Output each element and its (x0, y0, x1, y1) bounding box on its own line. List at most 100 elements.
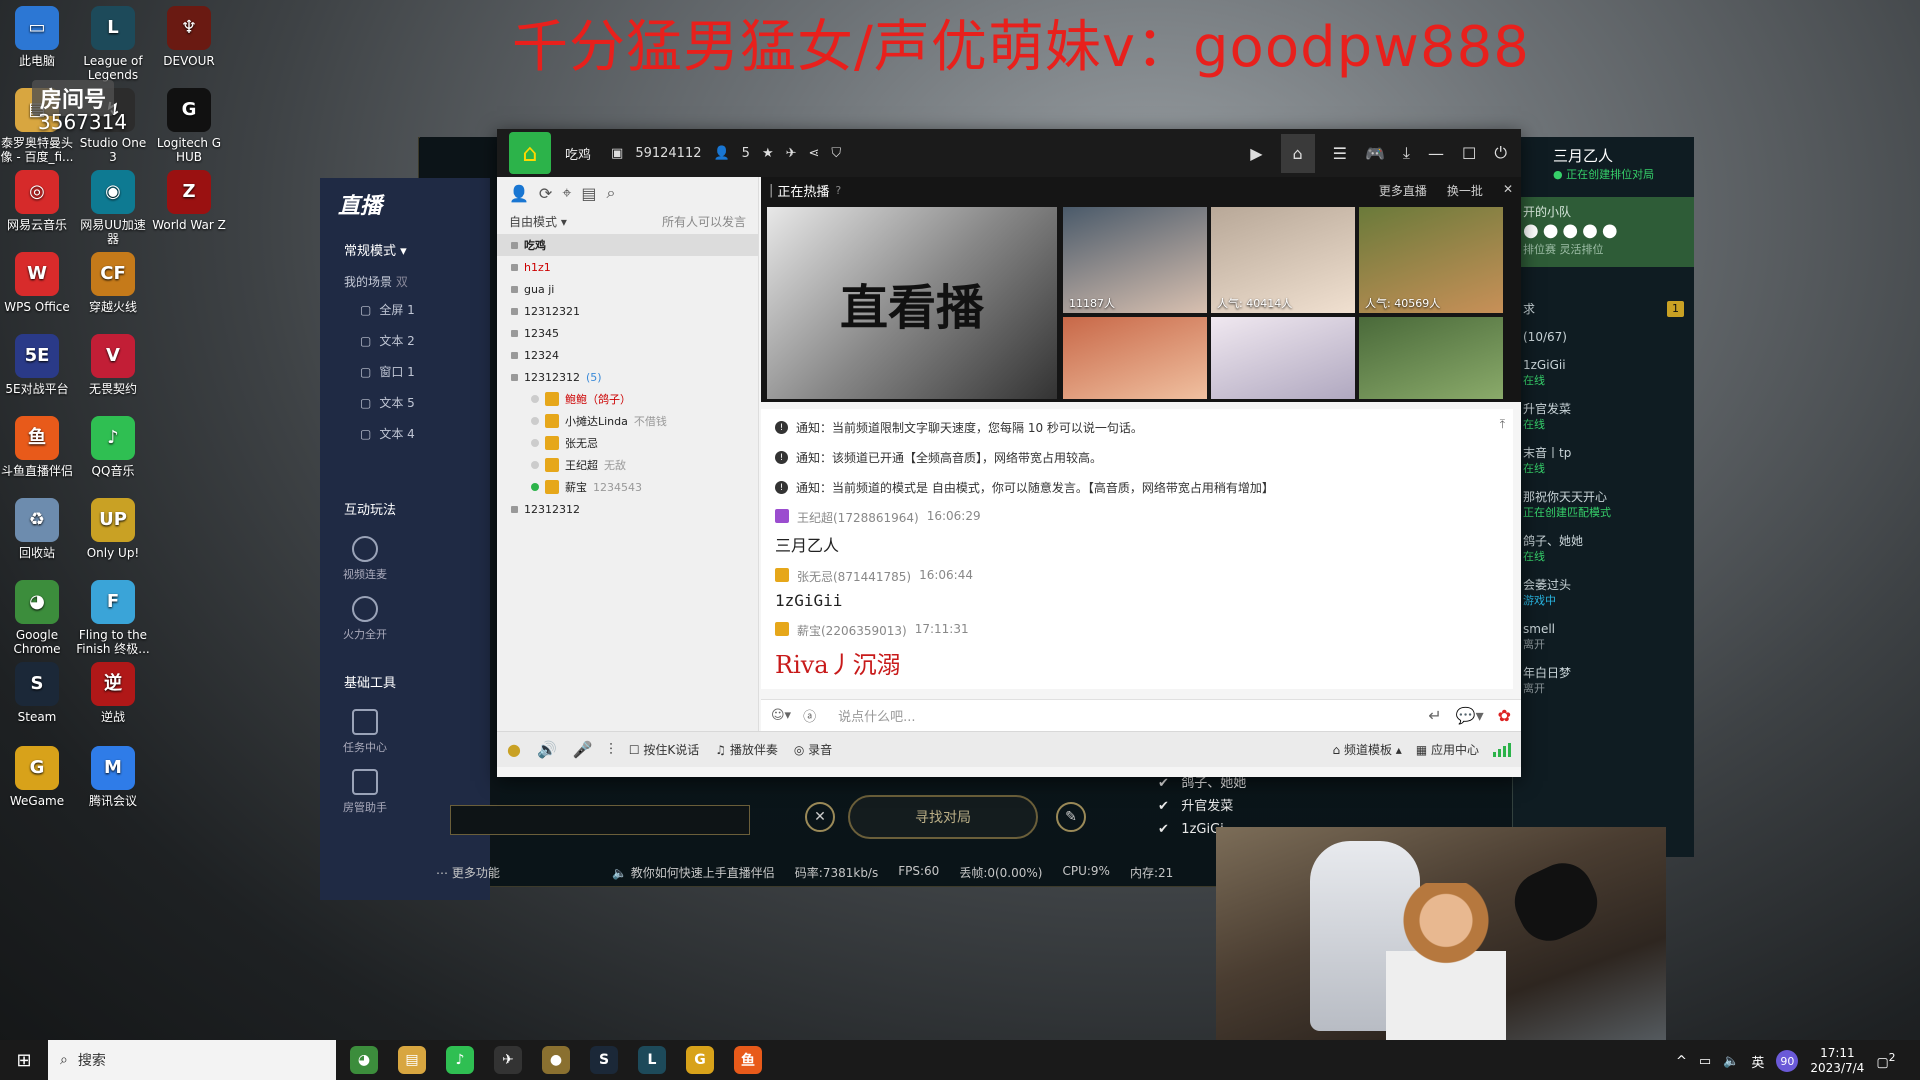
member-item[interactable]: 薪宝 1234543 (497, 476, 758, 498)
friend-item[interactable]: smell 离开 (1513, 615, 1694, 659)
scene-item[interactable]: ▢ 窗口 1 (320, 356, 490, 387)
chrome-icon[interactable]: ◕ (350, 1046, 378, 1074)
send-icon[interactable]: ↵ (1428, 706, 1441, 725)
desktop-icon[interactable]: L League of Legends (76, 6, 150, 82)
owl-icon[interactable]: ● (507, 740, 521, 759)
friend-item[interactable]: 升官发菜 在线 (1513, 395, 1694, 439)
mic-icon[interactable]: 🎤 (573, 740, 593, 759)
speaker-icon[interactable]: 🔊 (537, 740, 557, 759)
volume-icon[interactable]: 🔈 (1723, 1054, 1739, 1069)
user-icon[interactable]: 👤 (509, 184, 529, 203)
game-chat-input[interactable] (450, 805, 750, 835)
star-icon[interactable]: ★ (762, 146, 774, 161)
house-icon[interactable]: ⌂ (509, 132, 551, 174)
friend-item[interactable]: 末音丨tp 在线 (1513, 439, 1694, 483)
list-icon[interactable]: ☰ (1333, 144, 1347, 163)
edit-icon[interactable]: ✎ (1056, 802, 1086, 832)
desktop-icon[interactable]: W WPS Office (0, 252, 74, 314)
stream-thumb[interactable] (1063, 317, 1207, 399)
league-icon[interactable]: L (638, 1046, 666, 1074)
flower-icon[interactable]: ✿ (1498, 706, 1511, 725)
template-button[interactable]: ⌂ 频道模板 ▴ (1333, 741, 1402, 758)
scene-item[interactable]: ▢ 文本 2 (320, 325, 490, 356)
find-match-button[interactable]: 寻找对局 (848, 795, 1038, 839)
desktop-icon[interactable]: F Fling to the Finish 终极... (76, 580, 150, 656)
minimize-icon[interactable]: — (1428, 144, 1444, 163)
friend-item[interactable]: 1zGiGii 在线 (1513, 351, 1694, 395)
stream-thumb[interactable] (1211, 317, 1355, 399)
desktop-icon[interactable]: G WeGame (0, 746, 74, 808)
room-manager-tool[interactable]: 房管助手 (320, 769, 410, 815)
gamepad-icon[interactable]: 🎮 (1365, 144, 1385, 163)
desktop-icon[interactable]: 逆逆战 (76, 662, 150, 724)
search-icon[interactable]: ⌕ (606, 183, 615, 203)
channel-item[interactable]: h1z1 (497, 256, 758, 278)
desktop-icon[interactable]: ◕ Google Chrome (0, 580, 74, 656)
scene-item[interactable]: ▢ 文本 5 (320, 387, 490, 418)
desktop-icon[interactable]: ◉ 网易UU加速器 (76, 170, 150, 246)
featured-stream[interactable]: 直看播 (767, 207, 1057, 399)
party-box[interactable]: 开的小队 ●●●●● 排位赛 灵活排位 (1513, 197, 1694, 267)
tray-badge[interactable]: 90 (1776, 1050, 1799, 1072)
request-row[interactable]: 求 1 (1513, 295, 1694, 323)
scene-item[interactable]: ▢ 全屏 1 (320, 294, 490, 325)
help-icon[interactable]: ? (835, 184, 841, 197)
channel-item[interactable]: 吃鸡 (497, 234, 758, 256)
plane-app-icon[interactable]: ✈ (494, 1046, 522, 1074)
chevron-up-icon[interactable]: ^ (1676, 1054, 1687, 1069)
member-item[interactable]: 鲍鲍（鸽子） (497, 388, 758, 410)
home-tab-icon[interactable]: ⌂ (1280, 133, 1315, 173)
full-power-tool[interactable]: 火力全开 (320, 596, 410, 642)
chat-input[interactable]: 说点什么吧... (838, 706, 915, 725)
bubble-icon[interactable]: 💬▾ (1456, 706, 1484, 725)
desktop-icon[interactable]: G Logitech G HUB (152, 88, 226, 164)
record-button[interactable]: ◎ 录音 (794, 741, 832, 758)
network-icon[interactable]: ▭ (1699, 1054, 1711, 1069)
desktop-icon[interactable]: ♆ DEVOUR (152, 6, 226, 68)
equalizer-icon[interactable]: ⫶ (609, 740, 613, 760)
clock[interactable]: 17:11 2023/7/4 (1810, 1046, 1864, 1076)
my-profile[interactable]: 三月乙人 ● 正在创建排位对局 (1513, 137, 1694, 197)
emoji-icon[interactable]: ☺▾ (771, 708, 791, 723)
message-user[interactable]: 张无忌(871441785) (797, 568, 911, 585)
yy-icon[interactable]: ● (542, 1046, 570, 1074)
desktop-icon[interactable]: ◎ 网易云音乐 (0, 170, 74, 232)
video-icon[interactable]: ▶ (1250, 144, 1262, 163)
desktop-icon[interactable]: V 无畏契约 (76, 334, 150, 396)
friend-item[interactable]: 年白日梦 离开 (1513, 659, 1694, 703)
tip-text[interactable]: 🔈 教你如何快速上手直播伴侣 (612, 864, 775, 881)
plane-icon[interactable]: ✈ (786, 146, 797, 161)
desktop-icon[interactable]: S Steam (0, 662, 74, 724)
member-item[interactable]: 张无忌 (497, 432, 758, 454)
stream-thumb[interactable] (1359, 317, 1503, 399)
app-center-button[interactable]: ▦ 应用中心 (1416, 741, 1479, 758)
text-style-icon[interactable]: ⓐ (803, 706, 816, 725)
video-link-tool[interactable]: 视频连麦 (320, 536, 410, 582)
desktop-icon[interactable]: UP Only Up! (76, 498, 150, 560)
qqmusic-icon[interactable]: ♪ (446, 1046, 474, 1074)
refresh-link[interactable]: 换一批 (1447, 182, 1483, 199)
speech-mode[interactable]: 自由模式 ▾ 所有人可以发言 (497, 209, 758, 234)
maximize-icon[interactable]: ☐ (1462, 144, 1476, 163)
friend-item[interactable]: 会萎过头 游戏中 (1513, 571, 1694, 615)
channel-item[interactable]: 12324 (497, 344, 758, 366)
friend-item[interactable]: 鸽子、她她 在线 (1513, 527, 1694, 571)
desktop-icon[interactable]: CF 穿越火线 (76, 252, 150, 314)
member-item[interactable]: 小摊达Linda 不借钱 (497, 410, 758, 432)
stream-thumb[interactable]: 人气: 40414人 (1211, 207, 1355, 313)
task-center-tool[interactable]: 任务中心 (320, 709, 410, 755)
folder-icon[interactable]: ▤ (398, 1046, 426, 1074)
message-user[interactable]: 王纪超(1728861964) (797, 509, 919, 526)
wegame-icon[interactable]: G (686, 1046, 714, 1074)
douyu-icon[interactable]: 鱼 (734, 1046, 762, 1074)
download-icon[interactable]: ⤓ (1403, 143, 1410, 163)
desktop-icon[interactable]: 5E 5E对战平台 (0, 334, 74, 396)
notification-icon[interactable]: ▢2 (1876, 1051, 1895, 1070)
channel-item[interactable]: 12345 (497, 322, 758, 344)
more-streams-link[interactable]: 更多直播 (1379, 182, 1427, 199)
location-icon[interactable]: ⌖ (562, 183, 571, 203)
mode-dropdown[interactable]: 常规模式 ▾ (320, 230, 490, 263)
power-icon[interactable]: ⏻ (1494, 143, 1507, 163)
desktop-icon[interactable]: M 腾讯会议 (76, 746, 150, 808)
more-functions-button[interactable]: ⋯ 更多功能 (436, 864, 500, 881)
